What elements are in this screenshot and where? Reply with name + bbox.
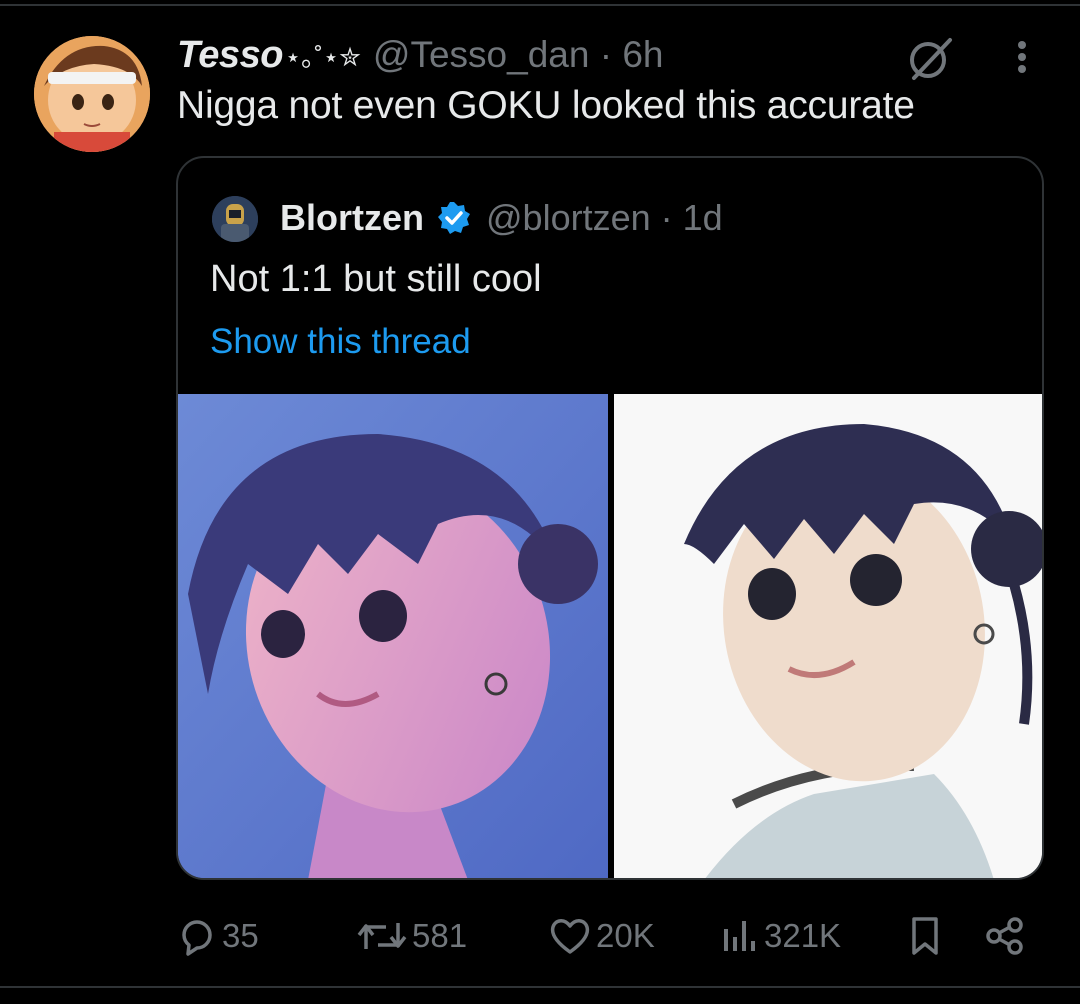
quote-author-name[interactable]: Blortzen: [280, 197, 424, 239]
quote-author-handle-time[interactable]: @blortzen · 1d: [486, 197, 723, 239]
views-button[interactable]: 321K: [720, 908, 841, 964]
quote-header: Blortzen @blortzen · 1d: [280, 192, 723, 244]
show-thread-link[interactable]: Show this thread: [210, 322, 471, 362]
bookmark-button[interactable]: [906, 908, 944, 964]
reply-icon: [182, 920, 212, 956]
quoted-tweet[interactable]: Blortzen @blortzen · 1d Not 1:1 but stil…: [176, 156, 1044, 880]
views-icon: [724, 921, 755, 951]
tweet-text: Nigga not even GOKU looked this accurate: [177, 84, 915, 127]
quote-text: Not 1:1 but still cool: [210, 258, 542, 300]
views-count: 321K: [764, 917, 842, 954]
reply-button[interactable]: 35: [176, 908, 259, 964]
more-icon[interactable]: [1004, 36, 1040, 78]
share-button[interactable]: [984, 908, 1028, 964]
quote-image-left[interactable]: [178, 394, 608, 878]
author-handle-time[interactable]: @Tesso_dan · 6h: [373, 34, 664, 76]
share-icon: [986, 917, 1023, 955]
repost-icon: [357, 923, 407, 949]
like-icon: [550, 919, 590, 954]
reply-count: 35: [222, 917, 259, 954]
like-count: 20K: [596, 917, 655, 954]
author-name[interactable]: Tesso: [177, 34, 283, 77]
repost-button[interactable]: 581: [356, 908, 467, 964]
quote-image-right[interactable]: [614, 394, 1042, 878]
top-divider: [0, 4, 1080, 6]
author-avatar[interactable]: [34, 36, 150, 152]
quote-author-avatar[interactable]: [212, 196, 258, 242]
bookmark-icon: [912, 917, 938, 955]
tweet-header: Tesso ⋆｡˚⋆✮ @Tesso_dan · 6h: [177, 30, 663, 80]
bottom-divider: [0, 986, 1080, 988]
action-bar: 35 581 20K 321K: [0, 908, 1080, 964]
grok-icon[interactable]: [906, 34, 954, 82]
repost-count: 581: [412, 917, 468, 954]
author-name-decoration: ⋆｡˚⋆✮: [284, 41, 361, 72]
verified-badge-icon: [438, 202, 470, 234]
like-button[interactable]: 20K: [548, 908, 655, 964]
